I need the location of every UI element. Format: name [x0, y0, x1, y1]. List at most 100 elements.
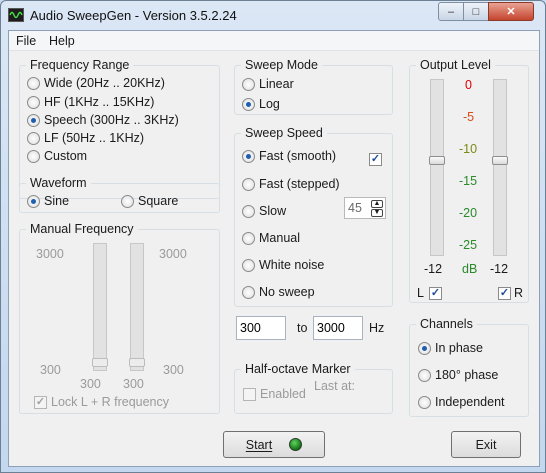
minimize-icon: – — [447, 5, 455, 18]
freq-option-label: HF (1KHz .. 15KHz) — [44, 95, 155, 109]
left-level-slider[interactable] — [429, 79, 445, 256]
sweep-mode-log[interactable]: Log — [242, 97, 280, 111]
right-level-thumb[interactable] — [492, 156, 508, 165]
sweep-mode-title: Sweep Mode — [241, 58, 322, 72]
range-to-input[interactable] — [313, 316, 363, 340]
status-led-icon — [289, 438, 303, 451]
app-window: Audio SweepGen - Version 3.5.2.24 – □ ✕ … — [0, 0, 546, 473]
sweep-mode-group: Sweep Mode Linear Log — [234, 58, 393, 115]
menu-file[interactable]: File — [16, 34, 36, 48]
channels-in-phase[interactable]: In phase — [418, 341, 483, 355]
left-channel-checkbox[interactable]: ✓ — [429, 287, 442, 300]
range-from-input[interactable] — [236, 316, 286, 340]
right-level-slider[interactable] — [492, 79, 508, 256]
right-level-value: -12 — [490, 262, 509, 276]
freq-option-label: Custom — [44, 149, 88, 163]
close-icon: ✕ — [506, 6, 516, 18]
sweep-speed-label: White noise — [259, 258, 325, 272]
right-max-label: 3000 — [159, 247, 187, 261]
range-unit-label: Hz — [369, 321, 385, 335]
scale-10: -10 — [459, 142, 478, 156]
waveform-sine[interactable]: Sine — [27, 194, 69, 208]
sweep-speed-slow[interactable]: Slow — [242, 204, 286, 218]
sweep-speed-label: No sweep — [259, 285, 315, 299]
radio-icon — [27, 131, 40, 145]
minimize-button[interactable]: – — [438, 2, 464, 21]
half-octave-enabled-label: Enabled — [260, 387, 306, 401]
half-octave-last-at: Last at: — [314, 379, 355, 393]
left-level-value: -12 — [424, 262, 443, 276]
sweep-mode-linear-label: Linear — [259, 77, 294, 91]
left-frequency-slider — [92, 243, 108, 371]
spin-down-icon[interactable]: ▼ — [371, 209, 383, 217]
freq-option-speech[interactable]: Speech (300Hz .. 3KHz) — [27, 113, 179, 127]
sweep-speed-fast-smooth[interactable]: Fast (smooth) — [242, 149, 336, 163]
right-channel-checkbox[interactable]: ✓ — [498, 287, 511, 300]
left-slider-value: 300 — [80, 377, 101, 391]
radio-selected-icon — [242, 149, 255, 163]
channels-180-phase[interactable]: 180° phase — [418, 368, 498, 382]
fast-smooth-checkbox[interactable]: ✓ — [369, 153, 382, 166]
half-octave-title: Half-octave Marker — [241, 362, 355, 376]
scale-0: 0 — [465, 78, 472, 92]
waveform-square-label: Square — [138, 194, 179, 208]
close-button[interactable]: ✕ — [488, 2, 534, 21]
manual-frequency-title: Manual Frequency — [26, 222, 138, 236]
waveform-square[interactable]: Square — [121, 194, 178, 208]
spin-up-icon[interactable]: ▲ — [371, 200, 383, 208]
radio-icon — [242, 77, 255, 91]
output-level-group: Output Level 0 -5 -10 -15 -20 -25 -12 dB… — [409, 58, 529, 303]
exit-button[interactable]: Exit — [451, 431, 521, 458]
channels-title: Channels — [416, 317, 477, 331]
left-max-label: 3000 — [36, 247, 64, 261]
sweep-speed-no-sweep[interactable]: No sweep — [242, 285, 315, 299]
radio-icon — [242, 177, 255, 191]
right-min-label: 300 — [163, 363, 184, 377]
checkbox-icon — [243, 387, 256, 401]
sweep-speed-label: Fast (smooth) — [259, 149, 337, 163]
sweep-speed-group: Sweep Speed Fast (smooth) ✓ Fast (steppe… — [234, 126, 393, 307]
radio-selected-icon — [27, 113, 40, 127]
right-frequency-thumb — [129, 358, 145, 367]
radio-icon — [242, 231, 255, 245]
slow-speed-spinner[interactable]: 45 ▲ ▼ — [344, 197, 386, 219]
manual-frequency-group: Manual Frequency 3000 300 3000 300 300 3… — [19, 222, 220, 414]
half-octave-enabled-checkbox: Enabled — [243, 387, 306, 401]
slow-speed-value: 45 — [348, 201, 362, 215]
channels-independent[interactable]: Independent — [418, 395, 505, 409]
left-level-thumb[interactable] — [429, 156, 445, 165]
frequency-range-title: Frequency Range — [26, 58, 134, 72]
freq-option-wide[interactable]: Wide (20Hz .. 20KHz) — [27, 76, 165, 90]
right-frequency-slider — [129, 243, 145, 371]
radio-icon — [27, 76, 40, 90]
sweep-speed-label: Manual — [259, 231, 300, 245]
scale-20: -20 — [459, 206, 478, 220]
sweep-speed-title: Sweep Speed — [241, 126, 327, 140]
sweep-speed-label: Fast (stepped) — [259, 177, 340, 191]
sweep-speed-manual[interactable]: Manual — [242, 231, 300, 245]
radio-icon — [27, 95, 40, 109]
channels-group: Channels In phase 180° phase Independent — [409, 317, 529, 417]
sweep-speed-fast-stepped[interactable]: Fast (stepped) — [242, 177, 340, 191]
radio-selected-icon — [418, 341, 431, 355]
radio-selected-icon — [27, 194, 40, 208]
channels-option-label: In phase — [435, 341, 483, 355]
menu-help[interactable]: Help — [49, 34, 75, 48]
freq-option-custom[interactable]: Custom — [27, 149, 87, 163]
exit-button-label: Exit — [475, 437, 497, 452]
menu-bar: File Help — [9, 31, 539, 51]
radio-icon — [242, 285, 255, 299]
freq-option-label: LF (50Hz .. 1KHz) — [44, 131, 145, 145]
radio-icon — [242, 204, 255, 218]
start-button[interactable]: Start — [223, 431, 325, 458]
sweep-speed-white-noise[interactable]: White noise — [242, 258, 324, 272]
freq-option-hf[interactable]: HF (1KHz .. 15KHz) — [27, 95, 154, 109]
maximize-button[interactable]: □ — [463, 2, 489, 21]
half-octave-group: Half-octave Marker Enabled Last at: — [234, 362, 393, 414]
sweep-mode-linear[interactable]: Linear — [242, 77, 294, 91]
title-bar[interactable]: Audio SweepGen - Version 3.5.2.24 – □ ✕ — [1, 1, 545, 29]
freq-option-lf[interactable]: LF (50Hz .. 1KHz) — [27, 131, 144, 145]
lock-frequency-label: Lock L + R frequency — [51, 395, 170, 409]
client-area: File Help Frequency Range Wide (20Hz .. … — [8, 30, 540, 467]
maximize-icon: □ — [472, 5, 480, 18]
